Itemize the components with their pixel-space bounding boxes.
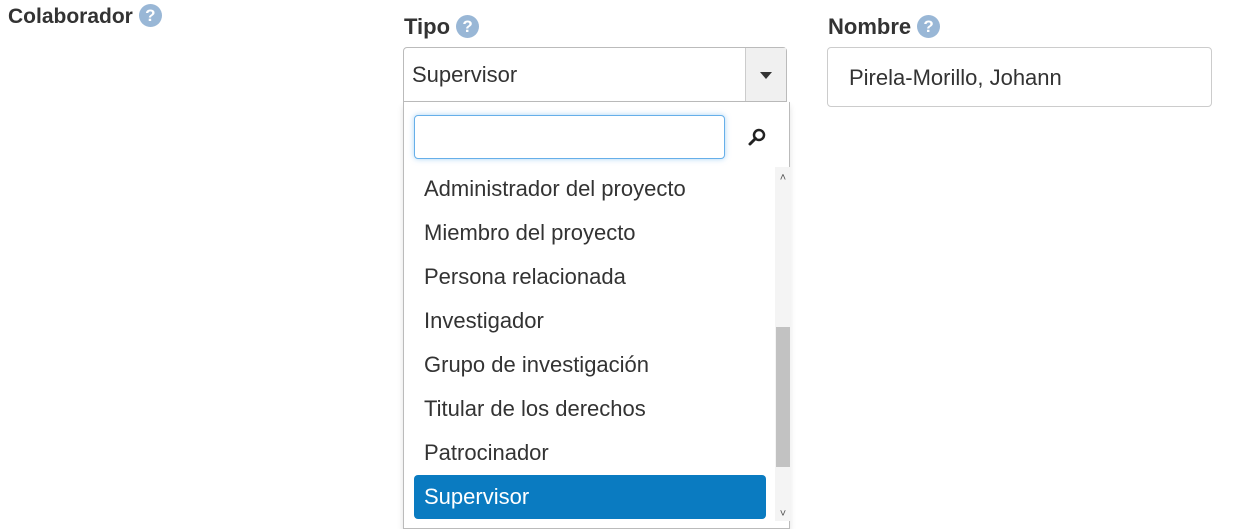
help-icon[interactable]: ? [138,4,162,27]
tipo-field-label: Tipo? [404,14,480,40]
dropdown-scrollbar[interactable]: ˄ ˅ [775,167,791,521]
option-titular-de-los-derechos[interactable]: Titular de los derechos [414,387,766,431]
nombre-label-text: Nombre [828,14,912,39]
nombre-value: Pirela-Morillo, Johann [849,65,1062,90]
option-supervisor[interactable]: Supervisor [414,475,766,519]
tipo-help-icon[interactable]: ? [456,15,480,38]
nombre-input[interactable]: Pirela-Morillo, Johann [827,47,1212,107]
nombre-help-icon[interactable]: ? [917,15,941,38]
scroll-down-icon[interactable]: ˅ [775,507,791,521]
tipo-select[interactable]: Supervisor [403,47,787,102]
section-label-colaborador: Colaborador? [8,4,162,29]
search-icon [748,128,766,146]
option-miembro-del-proyecto[interactable]: Miembro del proyecto [414,211,766,255]
tipo-selected-value: Supervisor [412,62,518,87]
dropdown-search-input[interactable] [414,115,725,159]
chevron-down-icon[interactable] [745,48,786,101]
option-investigador[interactable]: Investigador [414,299,766,343]
tipo-dropdown-panel: Administrador del proyecto Miembro del p… [403,102,791,529]
scrollbar-thumb[interactable] [776,327,790,467]
option-grupo-de-investigacion[interactable]: Grupo de investigación [414,343,766,387]
option-administrador-del-proyecto[interactable]: Administrador del proyecto [414,167,766,211]
section-title: Colaborador [8,5,133,28]
tipo-option-list: Administrador del proyecto Miembro del p… [414,167,766,519]
scroll-up-icon[interactable]: ˄ [775,171,791,185]
nombre-field-label: Nombre? [828,14,941,40]
option-patrocinador[interactable]: Patrocinador [414,431,766,475]
option-persona-relacionada[interactable]: Persona relacionada [414,255,766,299]
tipo-label-text: Tipo [404,14,451,39]
collaborator-form: Colaborador? Tipo? Supervisor Nombre? Pi… [0,0,1236,529]
